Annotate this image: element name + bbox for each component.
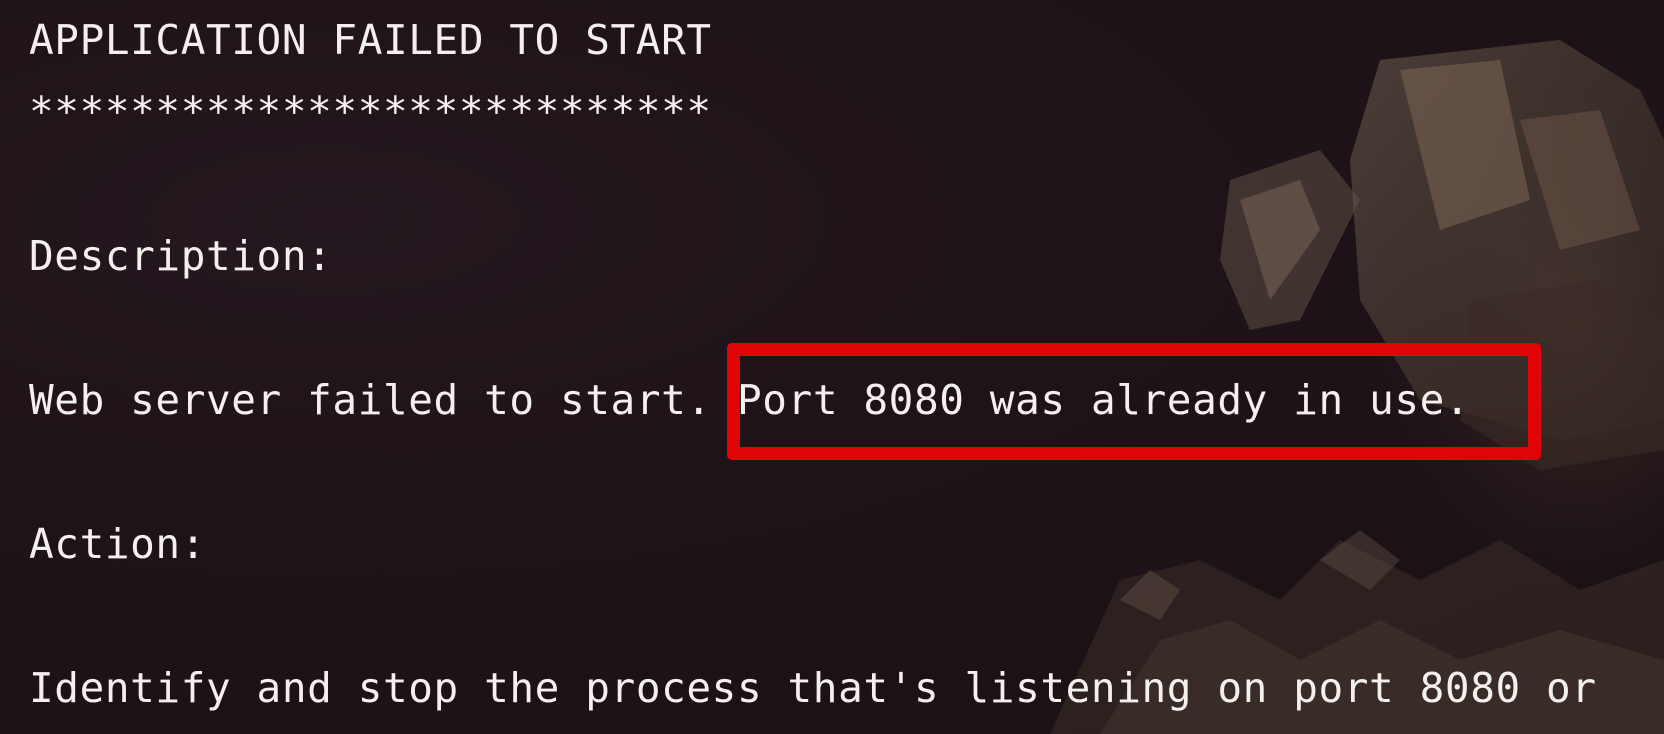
error-message-prefix: Web server failed to start. (29, 376, 737, 424)
action-label: Action: (29, 520, 206, 568)
description-label: Description: (29, 232, 333, 280)
terminal-output: APPLICATION FAILED TO START ************… (0, 0, 1664, 734)
action-text: Identify and stop the process that's lis… (29, 664, 1597, 712)
separator-line: *************************** (29, 88, 712, 136)
error-title: APPLICATION FAILED TO START (29, 16, 712, 64)
highlight-annotation-box (727, 343, 1541, 460)
